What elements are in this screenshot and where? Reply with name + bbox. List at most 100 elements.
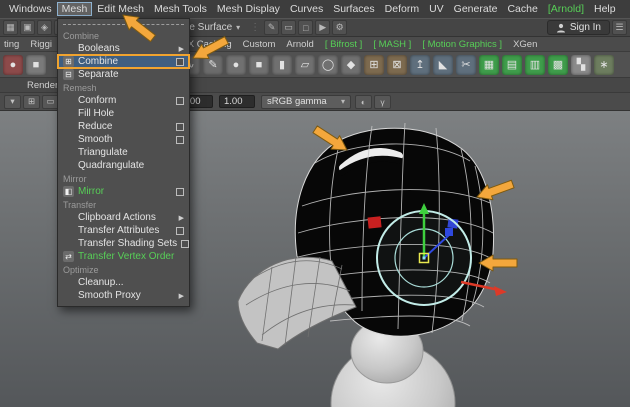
status-separator-icon[interactable]: ⋮ (248, 22, 262, 33)
shelf-tab-mash[interactable]: [ MASH ] (373, 39, 411, 50)
mash-dynamics-icon[interactable]: ▥ (525, 54, 545, 75)
shelf-tab-motion-graphics[interactable]: [ Motion Graphics ] (422, 39, 502, 50)
shelf-cube-icon[interactable]: ■ (26, 54, 46, 75)
construction-history-icon[interactable]: ✎ (264, 20, 280, 35)
menu-item-booleans[interactable]: Booleans ▶ (58, 42, 189, 55)
menu-item-triangulate[interactable]: Triangulate (58, 146, 189, 159)
option-box[interactable] (181, 239, 190, 248)
menu-item-cleanup[interactable]: Cleanup... (58, 276, 189, 289)
option-box[interactable] (176, 226, 184, 235)
viewport-toolbar-right-icons: ◐ γ (355, 94, 391, 109)
menu-mesh[interactable]: Mesh (56, 2, 93, 16)
maya-window: Windows Mesh Edit Mesh Mesh Tools Mesh D… (0, 0, 630, 407)
shelf-tab-rigging-partial[interactable]: Riggi (30, 39, 52, 50)
menu-item-conform[interactable]: Conform (58, 94, 189, 107)
menu-deform[interactable]: Deform (380, 2, 424, 16)
menu-item-smooth[interactable]: Smooth (58, 133, 189, 146)
shelf-sphere-icon[interactable]: ● (3, 54, 23, 75)
workspace-menu-icon[interactable]: ☰ (612, 20, 627, 35)
shelf-tab-custom[interactable]: Custom (243, 39, 276, 50)
combine-shelf-icon[interactable]: ⊠ (387, 54, 407, 75)
gamma-select[interactable]: sRGB gamma ▾ (261, 94, 351, 109)
bevel-icon[interactable]: ◣ (433, 54, 453, 75)
menu-mesh-tools[interactable]: Mesh Tools (149, 2, 212, 16)
shelf-tab-xgen[interactable]: XGen (513, 39, 537, 50)
mash-distribute-icon[interactable]: ▤ (502, 54, 522, 75)
menu-item-label: Cleanup... (78, 277, 124, 288)
menu-item-combine[interactable]: ⊞ Combine (57, 54, 190, 69)
selection-mask-hierarchy-icon[interactable]: ▦ (3, 20, 18, 35)
menu-cache[interactable]: Cache (502, 2, 542, 16)
option-box[interactable] (176, 122, 184, 131)
option-box[interactable] (176, 135, 184, 144)
menu-arnold[interactable]: [Arnold] (543, 2, 589, 16)
polygon-cube-icon[interactable]: ■ (249, 54, 269, 75)
selection-mask-components-icon[interactable]: ◈ (37, 20, 52, 35)
grid-toggle-icon[interactable]: ⊞ (23, 94, 40, 109)
menu-item-transfer-shading-sets[interactable]: Transfer Shading Sets (58, 237, 190, 250)
shelf-tab-arnold[interactable]: Arnold (286, 39, 313, 50)
polygon-sphere-icon[interactable]: ● (226, 54, 246, 75)
menu-item-mirror[interactable]: ◧ Mirror (58, 185, 189, 198)
open-render-view-icon[interactable]: ▭ (281, 20, 297, 35)
polygon-torus-icon[interactable]: ◯ (318, 54, 338, 75)
menu-item-label: Transfer Vertex Order (78, 251, 175, 262)
menu-item-quadrangulate[interactable]: Quadrangulate (58, 159, 189, 172)
menu-surfaces[interactable]: Surfaces (328, 2, 379, 16)
menu-generate[interactable]: Generate (449, 2, 503, 16)
menu-tearoff-handle[interactable] (63, 24, 184, 26)
option-box[interactable] (176, 57, 184, 66)
menu-item-label: Smooth Proxy (78, 290, 141, 301)
render-settings-icon[interactable]: ⚙ (332, 20, 348, 35)
render-current-frame-icon[interactable]: □ (298, 20, 314, 35)
menu-item-transfer-attributes[interactable]: Transfer Attributes (58, 224, 189, 237)
menu-help[interactable]: Help (589, 2, 621, 16)
menu-uv[interactable]: UV (424, 2, 449, 16)
multi-cut-icon[interactable]: ✂ (456, 54, 476, 75)
menu-windows[interactable]: Windows (4, 2, 57, 16)
pencil-curve-icon[interactable]: ✎ (203, 54, 223, 75)
xgen-description-icon[interactable]: ∗ (594, 54, 614, 75)
transfer-vertex-order-icon: ⇄ (63, 251, 74, 262)
shelf-left-icons: ● ■ (3, 54, 46, 75)
option-box[interactable] (176, 187, 184, 196)
submenu-arrow-icon: ▶ (178, 45, 184, 53)
camera-menu-icon[interactable]: ▾ (4, 94, 21, 109)
menu-item-separate[interactable]: ⊟ Separate (58, 68, 189, 81)
extrude-icon[interactable]: ↥ (410, 54, 430, 75)
option-box[interactable] (176, 96, 184, 105)
chevron-down-icon: ▾ (340, 97, 345, 106)
menu-item-label: Transfer Shading Sets (78, 238, 178, 249)
submenu-arrow-icon: ▶ (178, 292, 184, 300)
menu-item-label: Transfer Attributes (78, 225, 160, 236)
menu-item-clipboard-actions[interactable]: Clipboard Actions ▶ (58, 211, 189, 224)
main-menubar: Windows Mesh Edit Mesh Mesh Tools Mesh D… (0, 0, 630, 18)
selected-face-red (367, 216, 382, 229)
polygon-plane-icon[interactable]: ▱ (295, 54, 315, 75)
combine-icon: ⊞ (63, 56, 74, 67)
selection-mask-objects-icon[interactable]: ▣ (20, 20, 35, 35)
menu-item-transfer-vertex-order[interactable]: ⇄ Transfer Vertex Order (58, 250, 189, 263)
exposure-icon[interactable]: ◐ (355, 94, 372, 109)
menu-item-label: Booleans (78, 43, 120, 54)
platonic-solid-icon[interactable]: ◆ (341, 54, 361, 75)
menu-item-label: Combine (78, 56, 119, 67)
shelf-tab-bifrost[interactable]: [ Bifrost ] (325, 39, 362, 50)
menu-edit-mesh[interactable]: Edit Mesh (92, 2, 149, 16)
menu-item-smooth-proxy[interactable]: Smooth Proxy ▶ (58, 289, 189, 302)
checker-icon[interactable]: ▚ (571, 54, 591, 75)
mash-waiter-icon[interactable]: ▦ (479, 54, 499, 75)
boolean-union-icon[interactable]: ⊞ (364, 54, 384, 75)
ipr-render-icon[interactable]: ▶ (315, 20, 331, 35)
menu-item-fill-hole[interactable]: Fill Hole (58, 107, 189, 120)
gamma-field[interactable]: 1.00 (219, 95, 255, 108)
gamma-icon[interactable]: γ (374, 94, 391, 109)
shelf-tab-sculpting-partial[interactable]: ting (4, 39, 19, 50)
polygon-cylinder-icon[interactable]: ▮ (272, 54, 292, 75)
status-mid-icons: ✎ ▭ □ ▶ ⚙ (264, 20, 348, 35)
menu-mesh-display[interactable]: Mesh Display (212, 2, 285, 16)
menu-curves[interactable]: Curves (285, 2, 328, 16)
mash-color-icon[interactable]: ▩ (548, 54, 568, 75)
sign-in-button[interactable]: Sign In (546, 20, 610, 35)
menu-item-reduce[interactable]: Reduce (58, 120, 189, 133)
